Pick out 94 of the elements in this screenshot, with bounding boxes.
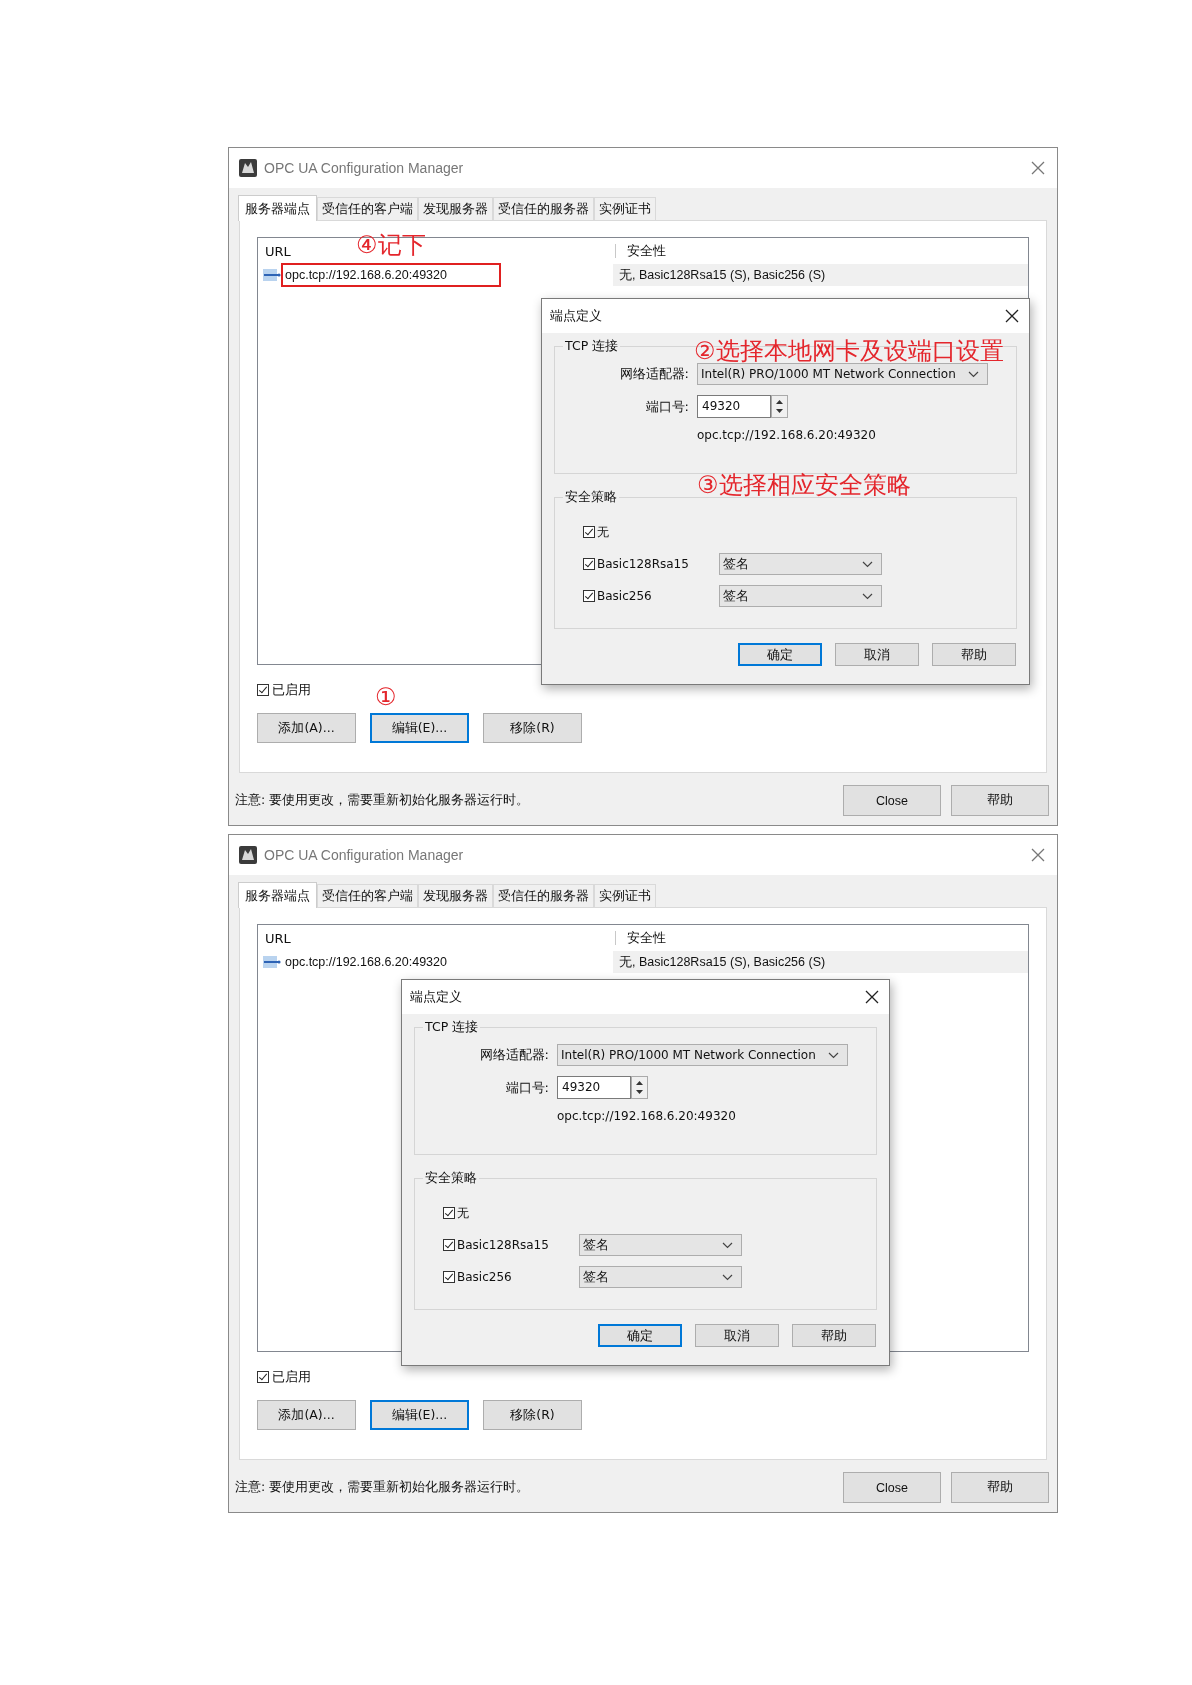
mode-dropdown[interactable]: 签名 [719,553,882,575]
field-label: 网络适配器: [478,1046,549,1064]
field-label: 端口号: [644,397,689,416]
checkbox-label: 无 [457,1204,469,1222]
dialog-button[interactable]: 帮助 [932,643,1016,666]
tab[interactable]: 服务器端点 [238,195,317,221]
window-title: OPC UA Configuration Manager [264,847,464,863]
chevron-icon [828,1051,839,1059]
dialog-button[interactable]: 帮助 [792,1324,876,1347]
column-header[interactable]: URL [265,243,291,259]
group-label: 安全策略 [563,489,619,506]
tab[interactable]: 实例证书 [594,884,656,907]
action-button[interactable]: 编辑(E)... [370,1400,469,1430]
close-icon[interactable] [865,990,879,1004]
mode-dropdown[interactable]: 签名 [579,1234,742,1256]
dialog-button[interactable]: 取消 [695,1324,779,1347]
annotation-text: ④记下 [356,232,426,259]
dialog-button[interactable]: 确定 [738,643,822,666]
mode-dropdown[interactable]: 签名 [579,1266,742,1288]
checkbox-label: Basic128Rsa15 [597,557,689,571]
annotation-text: ②选择本地网卡及设端口设置 [694,338,1004,365]
endpoint-url-text: opc.tcp://192.168.6.20:49320 [557,1109,736,1123]
spinner-arrows-icon[interactable] [631,1076,648,1099]
field-label: 网络适配器: [618,365,689,383]
footer-button[interactable]: Close [843,1472,941,1503]
tab[interactable]: 服务器端点 [238,882,317,908]
app-logo-icon [239,159,257,177]
checkbox[interactable] [583,590,595,602]
adapter-dropdown[interactable]: Intel(R) PRO/1000 MT Network Connection [697,363,988,385]
chevron-icon [722,1273,733,1281]
dialog-title: 端点定义 [550,307,602,325]
note-text: 注意: 要使用更改，需要重新初始化服务器运行时。 [235,792,530,809]
group-label: TCP 连接 [563,338,621,355]
checkbox[interactable] [443,1271,455,1283]
url-text[interactable]: opc.tcp://192.168.6.20:49320 [281,950,501,974]
tab[interactable]: 受信任的服务器 [493,197,594,220]
checkbox[interactable] [257,684,269,696]
group-label: TCP 连接 [423,1019,481,1036]
security-text: 无, Basic128Rsa15 (S), Basic256 (S) [613,951,1028,973]
port-field[interactable]: 49320 [557,1076,631,1099]
url-text[interactable]: opc.tcp://192.168.6.20:49320 [281,263,501,287]
column-divider [615,244,616,258]
footer-button[interactable]: 帮助 [951,785,1049,816]
chevron-icon [862,560,873,568]
action-button[interactable]: 移除(R) [483,713,582,743]
chevron-icon [722,1241,733,1249]
tab[interactable]: 受信任的服务器 [493,884,594,907]
annotation-text: ① [375,684,397,711]
annotation-text: ③选择相应安全策略 [697,472,911,499]
chevron-icon [968,370,979,378]
dialog-button[interactable]: 确定 [598,1324,682,1347]
tab[interactable]: 受信任的客户端 [317,884,418,907]
checkbox-label: Basic256 [597,589,652,603]
chevron-icon [862,592,873,600]
column-header[interactable]: 安全性 [627,243,666,258]
spinner-arrows-icon[interactable] [771,395,788,418]
dialog-button[interactable]: 取消 [835,643,919,666]
checkbox-label: Basic256 [457,1270,512,1284]
column-header[interactable]: 安全性 [627,930,666,945]
column-header[interactable]: URL [265,930,291,946]
checkbox[interactable] [443,1207,455,1219]
note-text: 注意: 要使用更改，需要重新初始化服务器运行时。 [235,1479,530,1496]
footer-button[interactable]: Close [843,785,941,816]
checkbox[interactable] [583,558,595,570]
tab[interactable]: 实例证书 [594,197,656,220]
column-divider [615,931,616,945]
tab[interactable]: 发现服务器 [418,197,493,220]
checkbox[interactable] [443,1239,455,1251]
field-label: 端口号: [504,1078,549,1097]
endpoint-url-text: opc.tcp://192.168.6.20:49320 [697,428,876,442]
window-title: OPC UA Configuration Manager [264,160,464,176]
action-button[interactable]: 编辑(E)... [370,713,469,743]
checkbox-label: Basic128Rsa15 [457,1238,549,1252]
adapter-dropdown[interactable]: Intel(R) PRO/1000 MT Network Connection [557,1044,848,1066]
tab[interactable]: 受信任的客户端 [317,197,418,220]
action-button[interactable]: 添加(A)... [257,1400,356,1430]
close-icon[interactable] [1005,309,1019,323]
endpoint-icon [263,955,281,969]
checkbox-label: 无 [597,523,609,541]
checkbox-label: 已启用 [272,1368,311,1386]
action-button[interactable]: 添加(A)... [257,713,356,743]
checkbox[interactable] [257,1371,269,1383]
group-label: 安全策略 [423,1170,479,1187]
checkbox[interactable] [583,526,595,538]
app-logo-icon [239,846,257,864]
security-text: 无, Basic128Rsa15 (S), Basic256 (S) [613,264,1028,286]
dialog-title: 端点定义 [410,988,462,1006]
footer-button[interactable]: 帮助 [951,1472,1049,1503]
checkbox-label: 已启用 [272,681,311,699]
tab[interactable]: 发现服务器 [418,884,493,907]
mode-dropdown[interactable]: 签名 [719,585,882,607]
action-button[interactable]: 移除(R) [483,1400,582,1430]
port-field[interactable]: 49320 [697,395,771,418]
endpoint-icon [263,268,281,282]
